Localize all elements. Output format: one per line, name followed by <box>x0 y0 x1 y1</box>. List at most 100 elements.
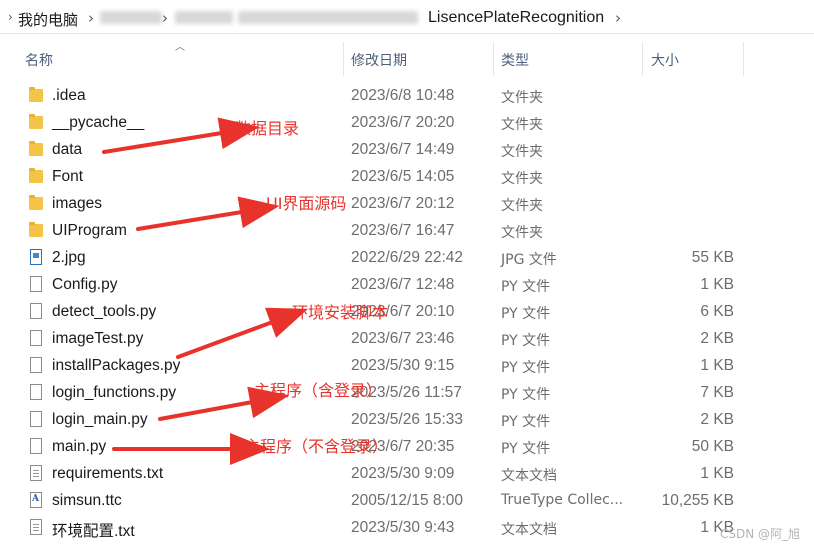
file-date: 2023/6/8 10:48 <box>351 87 455 104</box>
file-row[interactable]: login_main.py 2023/5/26 15:33 PY 文件 2 KB <box>0 407 814 434</box>
file-row[interactable]: 环境配置.txt 2023/5/30 9:43 文本文档 1 KB <box>0 515 814 542</box>
column-divider[interactable] <box>642 42 643 76</box>
address-bar[interactable]: › 我的电脑 › › LisencePlateRecognition › <box>0 0 814 34</box>
file-name: 2.jpg <box>52 249 86 266</box>
file-name: __pycache__ <box>52 114 145 131</box>
file-size: 1 KB <box>700 465 734 482</box>
file-date: 2023/5/30 9:15 <box>351 357 455 374</box>
file-type: 文件夹 <box>501 144 543 160</box>
file-name: Config.py <box>52 276 118 293</box>
file-icon <box>28 303 44 321</box>
file-icon <box>28 411 44 429</box>
breadcrumb-current[interactable]: LisencePlateRecognition <box>428 9 604 27</box>
file-icon <box>28 438 44 456</box>
folder-icon <box>28 114 44 132</box>
image-file-icon <box>28 249 44 267</box>
file-name: UIProgram <box>52 222 127 239</box>
file-size: 6 KB <box>700 303 734 320</box>
file-name: images <box>52 195 102 212</box>
file-name: login_main.py <box>52 411 148 428</box>
file-date: 2023/6/7 23:46 <box>351 330 455 347</box>
file-size: 7 KB <box>700 384 734 401</box>
text-file-icon <box>28 519 44 537</box>
file-row[interactable]: login_functions.py 2023/5/26 11:57 PY 文件 7 … <box>0 380 814 407</box>
file-date: 2023/6/7 20:12 <box>351 195 455 212</box>
file-row[interactable]: Config.py 2023/6/7 12:48 PY 文件 1 KB <box>0 272 814 299</box>
file-type: 文件夹 <box>501 90 543 106</box>
column-type[interactable]: 类型 <box>501 50 529 70</box>
redacted-breadcrumb <box>238 11 418 24</box>
chevron-right-icon[interactable]: › <box>162 9 168 27</box>
file-row[interactable]: Font 2023/6/5 14:05 文件夹 <box>0 164 814 191</box>
file-name: requirements.txt <box>52 465 164 482</box>
column-name[interactable]: 名称 <box>25 50 53 70</box>
sort-up-icon: ︿ <box>175 42 185 53</box>
folder-icon <box>28 141 44 159</box>
file-size: 1 KB <box>700 276 734 293</box>
annotation-main: 主程序（不含登录） <box>244 437 389 456</box>
file-row[interactable]: images 2023/6/7 20:12 文件夹 <box>0 191 814 218</box>
folder-icon <box>28 87 44 105</box>
text-file-icon <box>28 465 44 483</box>
file-date: 2023/5/30 9:09 <box>351 465 455 482</box>
annotation-ui-source: UI界面源码 <box>266 194 347 213</box>
file-date: 2023/5/26 15:33 <box>351 411 464 428</box>
file-date: 2023/6/5 14:05 <box>351 168 455 185</box>
file-type: 文件夹 <box>501 198 543 214</box>
column-size[interactable]: 大小 <box>651 50 679 70</box>
file-name: Font <box>52 168 84 185</box>
file-size: 1 KB <box>700 357 734 374</box>
file-row[interactable]: requirements.txt 2023/5/30 9:09 文本文档 1 KB <box>0 461 814 488</box>
file-row[interactable]: UIProgram 2023/6/7 16:47 文件夹 <box>0 218 814 245</box>
redacted-breadcrumb <box>175 11 233 24</box>
file-icon <box>28 276 44 294</box>
breadcrumb-root[interactable]: 我的电脑 <box>18 9 78 30</box>
annotation-data-dir: 数据目录 <box>235 119 300 138</box>
file-type: 文本文档 <box>501 522 557 538</box>
file-type: TrueType Collec... <box>501 492 624 508</box>
file-size: 55 KB <box>691 249 734 266</box>
file-name: data <box>52 141 83 158</box>
file-name: installPackages.py <box>52 357 181 374</box>
file-row[interactable]: simsun.ttc 2005/12/15 8:00 TrueType Collec… <box>0 488 814 515</box>
annotation-main-login: 主程序（含登录） <box>254 381 383 400</box>
file-row[interactable]: __pycache__ 2023/6/7 20:20 文件夹 <box>0 110 814 137</box>
file-row[interactable]: detect_tools.py 2023/6/7 20:10 PY 文件 6 KB <box>0 299 814 326</box>
column-date[interactable]: 修改日期 <box>351 50 407 70</box>
file-date: 2023/6/7 16:47 <box>351 222 455 239</box>
file-name: imageTest.py <box>52 330 144 347</box>
file-type: PY 文件 <box>501 441 551 457</box>
annotation-env-script: 环境安装脚本 <box>292 303 389 322</box>
file-type: PY 文件 <box>501 333 551 349</box>
file-size: 2 KB <box>700 411 734 428</box>
file-row[interactable]: imageTest.py 2023/6/7 23:46 PY 文件 2 KB <box>0 326 814 353</box>
file-type: 文本文档 <box>501 468 557 484</box>
file-date: 2022/6/29 22:42 <box>351 249 464 266</box>
column-divider[interactable] <box>743 42 744 76</box>
file-type: 文件夹 <box>501 225 543 241</box>
folder-icon <box>28 168 44 186</box>
file-type: PY 文件 <box>501 306 551 322</box>
column-divider[interactable] <box>343 42 344 76</box>
file-type: JPG 文件 <box>501 252 557 268</box>
file-type: 文件夹 <box>501 117 543 133</box>
file-row[interactable]: data 2023/6/7 14:49 文件夹 <box>0 137 814 164</box>
file-type: PY 文件 <box>501 387 551 403</box>
font-file-icon <box>28 492 44 510</box>
file-row[interactable]: main.py 2023/6/7 20:35 PY 文件 50 KB <box>0 434 814 461</box>
file-row[interactable]: .idea 2023/6/8 10:48 文件夹 <box>0 83 814 110</box>
file-date: 2023/6/7 14:49 <box>351 141 455 158</box>
chevron-right-icon[interactable]: › <box>88 9 94 27</box>
file-type: PY 文件 <box>501 360 551 376</box>
file-date: 2023/6/7 12:48 <box>351 276 455 293</box>
column-divider[interactable] <box>493 42 494 76</box>
chevron-right-icon[interactable]: › <box>8 10 13 24</box>
file-type: 文件夹 <box>501 171 543 187</box>
file-row[interactable]: installPackages.py 2023/5/30 9:15 PY 文件 1 K… <box>0 353 814 380</box>
file-row[interactable]: 2.jpg 2022/6/29 22:42 JPG 文件 55 KB <box>0 245 814 272</box>
chevron-right-icon[interactable]: › <box>615 9 621 27</box>
file-type: PY 文件 <box>501 279 551 295</box>
file-name: 环境配置.txt <box>52 523 135 540</box>
file-icon <box>28 384 44 402</box>
file-size: 2 KB <box>700 330 734 347</box>
